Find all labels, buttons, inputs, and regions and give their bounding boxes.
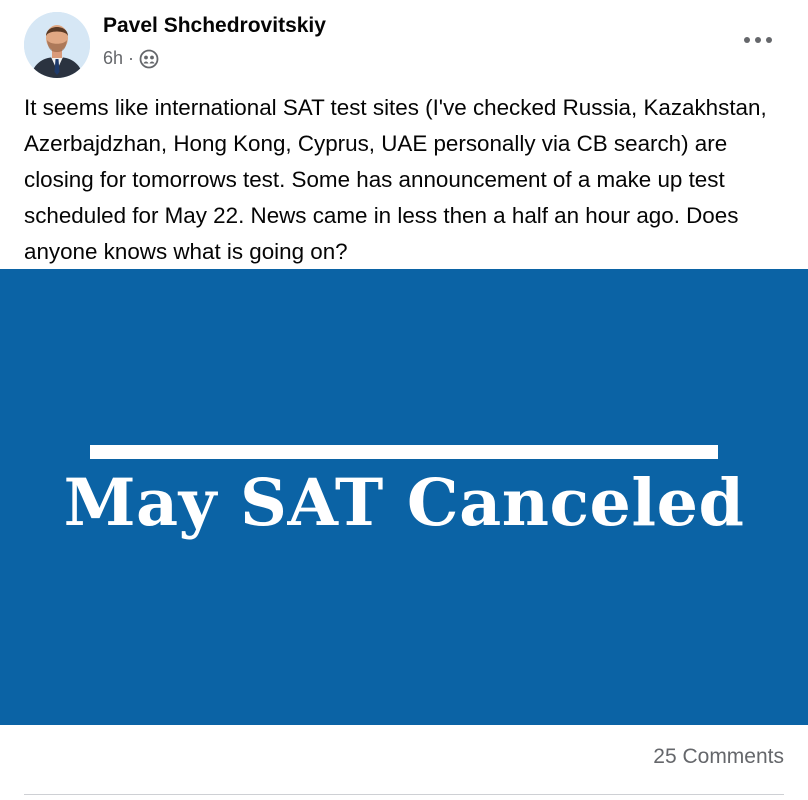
group-icon bbox=[139, 49, 159, 69]
post-card: Pavel Shchedrovitskiy 6h · It seems like… bbox=[0, 0, 808, 800]
author-name[interactable]: Pavel Shchedrovitskiy bbox=[103, 14, 326, 38]
more-options-button[interactable] bbox=[736, 24, 780, 56]
post-text: It seems like international SAT test sit… bbox=[24, 95, 767, 264]
more-horizontal-icon bbox=[743, 31, 773, 49]
footer-divider bbox=[24, 794, 784, 795]
author-avatar[interactable] bbox=[24, 12, 90, 78]
comments-count-link[interactable]: 25 Comments bbox=[653, 745, 784, 769]
image-accent-bar bbox=[90, 445, 718, 459]
image-headline: May SAT Canceled bbox=[63, 465, 745, 541]
post-meta: 6h · bbox=[103, 48, 159, 69]
meta-separator: · bbox=[128, 48, 135, 68]
post-timestamp[interactable]: 6h bbox=[103, 48, 123, 69]
post-image[interactable]: May SAT Canceled bbox=[0, 269, 808, 725]
